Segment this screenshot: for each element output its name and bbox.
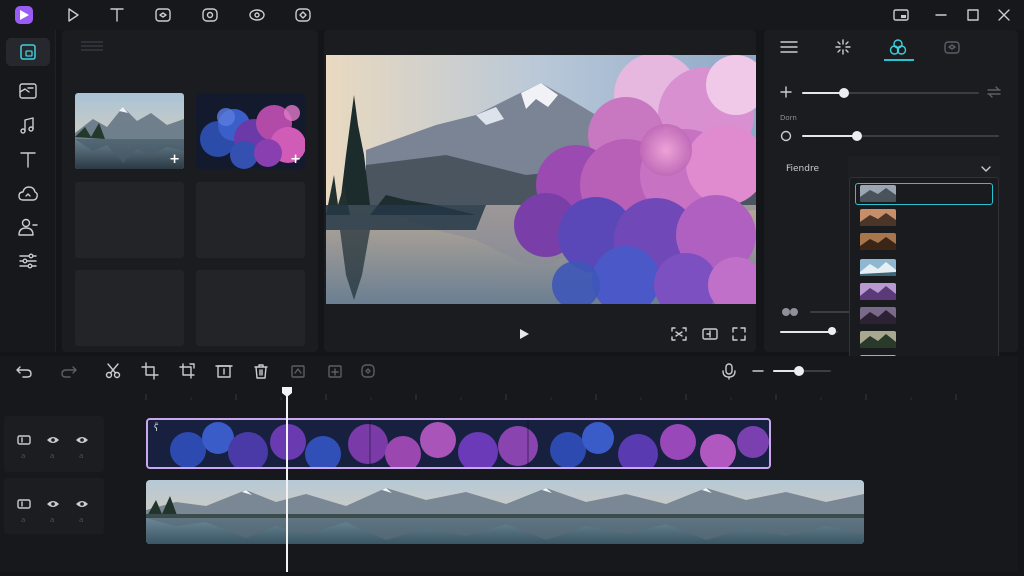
text-icon[interactable] [107, 6, 127, 24]
volume-slider-knob[interactable] [828, 327, 836, 335]
eye-icon[interactable] [46, 434, 60, 446]
media-tile-empty [196, 270, 305, 346]
track-sub-label: a [79, 452, 84, 460]
dropdown-option[interactable] [860, 307, 896, 324]
gallery-icon[interactable] [16, 80, 40, 102]
track-toggle-icon[interactable] [17, 434, 31, 446]
music-icon[interactable] [16, 115, 40, 137]
mask-icon[interactable] [289, 362, 307, 380]
dropdown-option[interactable] [860, 283, 896, 300]
play-icon[interactable] [63, 6, 83, 24]
effect-icon[interactable] [200, 6, 220, 24]
transition-icon[interactable] [293, 6, 313, 24]
person-icon[interactable] [16, 216, 40, 238]
eye-icon[interactable] [247, 6, 267, 24]
preview-canvas[interactable] [326, 55, 756, 304]
add-keyframe-icon[interactable] [780, 86, 792, 98]
freeze-icon[interactable] [215, 362, 233, 380]
close-icon[interactable] [996, 7, 1012, 23]
playhead-line[interactable] [286, 396, 288, 572]
ratio-icon[interactable] [702, 327, 718, 341]
sparkle-icon[interactable] [828, 36, 858, 58]
replace-icon[interactable] [326, 362, 344, 380]
track-sub-label: a [21, 516, 26, 524]
crop-icon[interactable] [141, 362, 159, 380]
track-sub-label: a [21, 452, 26, 460]
folder-icon[interactable] [16, 41, 40, 63]
fullscreen-icon[interactable] [732, 327, 746, 341]
section-label: Dorn [780, 114, 797, 122]
media-tile-empty [75, 270, 184, 346]
media-menu-icon[interactable] [80, 40, 104, 52]
menu-icon[interactable] [774, 36, 804, 58]
speed-icon[interactable] [359, 362, 377, 380]
dropdown-option[interactable] [860, 209, 896, 226]
media-tile-colored-smoke[interactable]: + [196, 93, 305, 169]
active-tab-indicator [884, 59, 914, 61]
clip-link-icon: ʕ̃ [154, 424, 159, 434]
track-head-main: a a a [4, 478, 104, 534]
sticker-icon[interactable] [153, 6, 173, 24]
media-tile-mountain-lake[interactable]: + [75, 93, 184, 169]
second-slider-knob[interactable] [852, 131, 862, 141]
fit-icon[interactable] [671, 327, 687, 341]
blend-mode-label: Fiendre [786, 164, 820, 174]
add-to-timeline-icon[interactable]: + [290, 153, 301, 166]
track-head-overlay: a a a [4, 416, 104, 472]
opacity-slider-fill [802, 92, 844, 94]
zoom-out-icon[interactable] [749, 362, 767, 380]
dropdown-option[interactable] [860, 233, 896, 250]
reset-icon[interactable] [987, 86, 1001, 98]
play-icon[interactable] [517, 327, 531, 341]
blend-mode-dropdown [849, 177, 999, 379]
media-tile-empty [196, 182, 305, 258]
circle-icon [780, 130, 792, 142]
track-sub-label: a [50, 452, 55, 460]
timeline-ruler[interactable] [106, 386, 1018, 400]
bottom-slider-track[interactable] [810, 311, 850, 313]
eye-icon[interactable] [46, 498, 60, 510]
overlay-clip-smoke[interactable]: ʕ̃ [146, 418, 771, 469]
lock-icon[interactable] [937, 36, 967, 58]
volume-slider-fill [780, 331, 832, 333]
minimize-icon[interactable] [933, 7, 949, 23]
undo-icon[interactable] [15, 362, 33, 380]
track-sub-label: a [79, 516, 84, 524]
playhead-handle[interactable] [281, 386, 293, 398]
cloud-icon[interactable] [16, 183, 40, 205]
media-tile-empty [75, 182, 184, 258]
dropdown-option[interactable] [860, 185, 896, 202]
link-icon[interactable] [780, 306, 802, 318]
track-toggle-icon[interactable] [17, 498, 31, 510]
zoom-slider-knob[interactable] [794, 366, 804, 376]
title-bar [0, 0, 1024, 30]
mic-icon[interactable] [720, 362, 738, 380]
media-panel: + + [62, 30, 318, 352]
transform-icon[interactable] [178, 362, 196, 380]
maximize-icon[interactable] [965, 7, 981, 23]
add-to-timeline-icon[interactable]: + [169, 153, 180, 166]
track-sub-label: a [50, 516, 55, 524]
second-slider-fill [802, 135, 857, 137]
redo-icon[interactable] [60, 362, 78, 380]
eye-icon[interactable] [75, 498, 89, 510]
text-icon[interactable] [16, 149, 40, 171]
eye-icon[interactable] [75, 434, 89, 446]
sliders-icon[interactable] [16, 250, 40, 272]
split-icon[interactable] [104, 362, 122, 380]
preview-panel [324, 30, 756, 352]
blend-icon[interactable] [883, 36, 913, 58]
main-clip-mountain[interactable] [146, 480, 864, 544]
chevron-down-icon[interactable] [980, 164, 992, 174]
pip-icon[interactable] [893, 7, 909, 23]
dropdown-option[interactable] [860, 259, 896, 276]
dropdown-option[interactable] [860, 331, 896, 348]
app-logo [14, 5, 34, 25]
delete-icon[interactable] [252, 362, 270, 380]
opacity-slider-knob[interactable] [839, 88, 849, 98]
